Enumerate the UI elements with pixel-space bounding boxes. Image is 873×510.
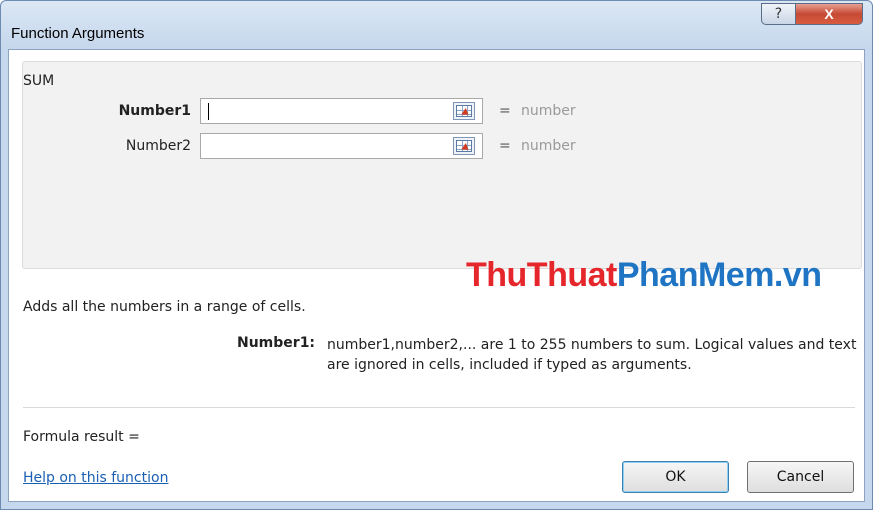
formula-result: Formula result = [23,429,140,445]
watermark-part2: PhanMem.vn [616,256,822,294]
help-button[interactable]: ? [761,3,796,25]
function-name: SUM [23,73,55,89]
close-button[interactable]: X [795,3,863,25]
number1-result: number [521,103,576,119]
function-arguments-dialog: Function Arguments ? X SUM Number1 = num… [0,0,873,510]
divider [23,407,855,408]
ok-button[interactable]: OK [622,461,729,493]
number2-equals: = [499,138,511,154]
help-on-function-link[interactable]: Help on this function [23,470,168,486]
window-title: Function Arguments [11,25,145,42]
number2-input[interactable] [200,133,483,159]
number1-label: Number1 [118,103,191,119]
function-description: Adds all the numbers in a range of cells… [23,299,306,315]
help-icon: ? [774,6,783,22]
number2-range-select-button[interactable] [453,137,475,155]
number1-input[interactable] [200,98,483,124]
title-bar: Function Arguments ? X [1,1,872,49]
watermark-logo: ThuThuatPhanMem.vn [466,256,822,295]
watermark-part1: ThuThuat [466,256,617,294]
argument-help-label: Number1: [237,335,316,351]
number1-range-select-button[interactable] [453,102,475,120]
argument-help-text: number1,number2,... are 1 to 255 numbers… [327,337,857,373]
text-caret [208,103,209,120]
number2-result: number [521,138,576,154]
close-icon: X [824,6,834,22]
function-argument-group [22,61,862,269]
cancel-button[interactable]: Cancel [747,461,854,493]
number1-equals: = [499,103,511,119]
number2-label: Number2 [125,138,191,154]
